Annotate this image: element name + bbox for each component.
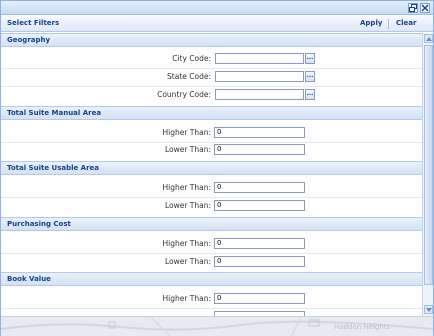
row-divider [1,197,422,198]
purchasing-cost-higher-label: Higher Than: [162,239,211,248]
row-divider [1,253,422,254]
scroll-thumb[interactable] [424,45,433,285]
toolbar-title: Select Filters [7,19,60,27]
book-value-higher-input[interactable]: 0 [214,293,305,304]
city-code-label: City Code: [172,54,211,63]
section-title: Purchasing Cost [7,220,71,228]
row-divider [1,68,422,69]
manual-area-higher-input[interactable]: 0 [214,127,305,138]
toolbar-separator [388,19,389,29]
purchasing-cost-lower-input[interactable]: 0 [214,256,305,267]
filter-toolbar: Select Filters Apply Clear [1,16,433,32]
row-divider [1,308,422,309]
country-code-label: Country Code: [157,90,211,99]
vertical-scrollbar[interactable] [422,33,433,316]
section-title: Total Suite Manual Area [7,109,102,117]
city-code-input[interactable] [215,53,304,64]
usable-area-higher-input[interactable]: 0 [214,182,305,193]
state-code-label: State Code: [167,72,211,81]
country-code-picker-button[interactable]: ... [305,89,315,100]
city-code-picker-button[interactable]: ... [305,53,315,64]
clear-button[interactable]: Clear [396,19,416,27]
scroll-up-icon[interactable] [424,34,433,43]
restore-icon[interactable] [408,3,418,13]
usable-area-higher-label: Higher Than: [162,183,211,192]
manual-area-higher-label: Higher Than: [162,128,211,137]
row-divider [1,142,422,143]
usable-area-lower-input[interactable]: 0 [214,200,305,211]
background-map: Haddon Heights [1,316,433,336]
section-header-purchasing-cost[interactable]: Purchasing Cost [1,217,422,231]
row-divider [1,86,422,87]
section-header-total-suite-manual-area[interactable]: Total Suite Manual Area [1,106,422,120]
usable-area-lower-label: Lower Than: [164,201,211,210]
purchasing-cost-lower-label: Lower Than: [164,257,211,266]
section-header-book-value[interactable]: Book Value [1,272,422,286]
scroll-down-icon[interactable] [424,305,433,314]
manual-area-lower-input[interactable]: 0 [214,144,305,155]
close-icon[interactable] [420,3,430,13]
filter-window: Select Filters Apply Clear Geography Cit… [0,0,434,336]
section-title: Book Value [7,275,51,283]
purchasing-cost-higher-input[interactable]: 0 [214,238,305,249]
country-code-input[interactable] [215,89,304,100]
section-header-total-suite-usable-area[interactable]: Total Suite Usable Area [1,161,422,175]
book-value-higher-label: Higher Than: [162,294,211,303]
section-title: Geography [7,36,51,44]
map-place-label: Haddon Heights [334,323,391,331]
section-header-geography[interactable]: Geography [1,33,422,47]
window-titlebar[interactable] [1,1,433,15]
state-code-input[interactable] [215,71,304,82]
apply-button[interactable]: Apply [360,19,382,27]
manual-area-lower-label: Lower Than: [164,145,211,154]
section-title: Total Suite Usable Area [7,164,100,172]
state-code-picker-button[interactable]: ... [305,71,315,82]
filter-form: Geography City Code: ... State Code: ...… [1,33,422,316]
